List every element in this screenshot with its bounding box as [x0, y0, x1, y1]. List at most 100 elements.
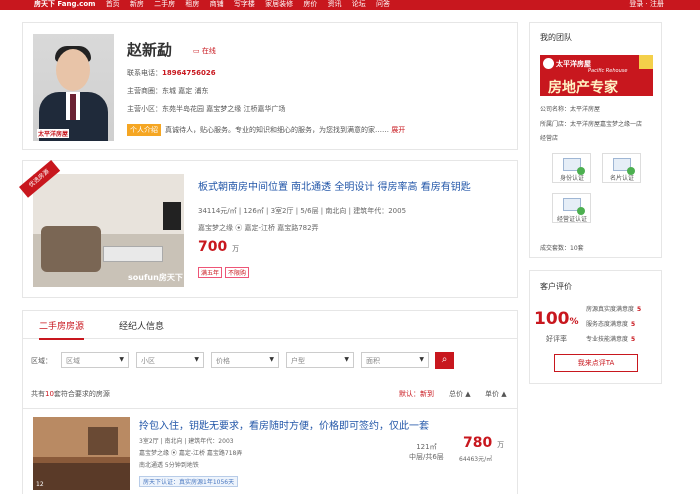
count-value: 10 [45, 390, 54, 398]
agent-name: 赵新勐 [127, 41, 173, 59]
review-card: 客户评价 100% 好评率 房源真实度满意度 5 服务态度满意度 5 专业技能满意度… [529, 270, 662, 384]
item-community[interactable]: 嘉宝梦之缘 ⦿ 嘉定-江桥 嘉宝路718弄 [139, 448, 242, 457]
listing-photo[interactable]: soufun房天下 [33, 174, 184, 287]
logo-line-3: 房地产专家 [548, 80, 618, 96]
community-row: 主营小区：东苑半岛花园 嘉宝梦之缘 江桥嘉华广场 [127, 104, 285, 114]
intro-tag: 个人介绍 [127, 124, 161, 136]
login-link[interactable]: 登录 · 注册 [629, 0, 664, 8]
rate-unit: % [569, 317, 579, 327]
photo-badge: 太平洋房屋 [37, 129, 70, 138]
team-card: 我的团队 太平洋房屋 Pacific Rehouse 房地产专家 公司名称：太平… [529, 22, 662, 258]
price-unit: 万 [232, 245, 240, 253]
select-value: 户型 [291, 357, 305, 365]
phone-number[interactable]: 18964756026 [162, 69, 216, 77]
sort-total-price[interactable]: 总价 ▲ [449, 389, 471, 399]
sort-unit-price[interactable]: 单价 ▲ [485, 389, 507, 399]
listing-thumbnail[interactable]: 12 [33, 417, 130, 490]
filter-label: 区域： [31, 357, 52, 365]
listing-title[interactable]: 板式朝南房中间位置 南北通透 全明设计 得房率高 看房有钥匙 [198, 181, 498, 194]
listing-tags: 满五年 不限购 [198, 267, 252, 278]
select-value: 区域 [66, 357, 80, 365]
search-button[interactable]: ⌕ [435, 352, 454, 369]
item-price: 780 万 [463, 435, 504, 451]
company-label: 公司名称： [540, 106, 571, 113]
listing-community[interactable]: 嘉宝梦之缘 ⦿ 嘉定-江桥 嘉宝路782弄 [198, 223, 319, 233]
score-value: 5 [631, 321, 636, 328]
online-chat-button[interactable]: ▭ 在线 [193, 46, 216, 56]
item-area-block: 121㎡ 中层/共6层 [409, 442, 444, 462]
review-score-row: 专业技能满意度 5 [586, 334, 635, 343]
select-value: 小区 [141, 357, 155, 365]
chevron-down-icon: ▼ [119, 356, 124, 363]
nav-link[interactable]: 租房 [185, 0, 199, 8]
nav-link[interactable]: 新房 [130, 0, 144, 8]
agent-photo: 太平洋房屋 [33, 34, 114, 141]
nav-link[interactable]: 写字楼 [234, 0, 255, 8]
item-unit-price: 64463元/㎡ [459, 456, 493, 463]
featured-listing-card: soufun房天下 优选房源 板式朝南房中间位置 南北通透 全明设计 得房率高 … [19, 160, 518, 298]
site-logo[interactable]: 房天下 Fang.com [34, 0, 95, 8]
score-value: 5 [631, 336, 636, 343]
area-row: 主营商圈：东城 嘉定 浦东 [127, 86, 208, 96]
listing-meta: 34114元/㎡ | 126㎡ | 3室2厅 | 5/6层 | 南北向 | 建筑… [198, 207, 407, 215]
store-name[interactable]: 太平洋房屋嘉宝梦之缘一店 [570, 121, 642, 128]
deals-label: 成交套数： [540, 245, 571, 252]
tab-bar: 二手房房源 经纪人信息 [23, 311, 517, 340]
nav-link[interactable]: 问答 [376, 0, 390, 8]
layout-select[interactable]: 户型 ▼ [286, 352, 354, 368]
nav-link[interactable]: 商铺 [210, 0, 224, 8]
review-score-row: 房源真实度满意度 5 [586, 304, 641, 313]
nav-link[interactable]: 首页 [106, 0, 120, 8]
price-unit: 万 [497, 441, 505, 449]
nav-link[interactable]: 资讯 [328, 0, 342, 8]
community-select[interactable]: 小区 ▼ [136, 352, 204, 368]
score-value: 5 [637, 306, 642, 313]
rate-value: 100 [534, 309, 570, 329]
area-label: 主营商圈： [127, 87, 162, 95]
store-tail: 经营店 [540, 135, 559, 142]
community-label: 主营小区： [127, 105, 162, 113]
logo-line-1: 太平洋房屋 [556, 60, 591, 68]
chevron-down-icon: ▼ [419, 356, 424, 363]
tag: 不限购 [225, 267, 250, 278]
tag: 满五年 [198, 267, 223, 278]
rate-label: 好评率 [546, 335, 567, 343]
agent-profile-card: 太平洋房屋 赵新勐 ▭ 在线 联系电话：18964756026 主营商圈：东城 … [22, 22, 518, 150]
item-title[interactable]: 拎包入住，钥匙无要求，看房随时方便，价格即可签约，仅此一套 [139, 417, 429, 432]
write-review-button[interactable]: 我来点评TA [554, 354, 638, 372]
intro-text: 真诚待人，贴心服务。专业的知识和细心的服务，为您找到满意的家…… [165, 126, 389, 134]
listings-panel: 二手房房源 经纪人信息 区域： 区域 ▼ 小区 ▼ 价格 ▼ 户型 ▼ 面积 ▼ ⌕ 共有… [22, 310, 518, 494]
phone-label: 联系电话： [127, 69, 162, 77]
team-title: 我的团队 [540, 33, 572, 42]
nav-link[interactable]: 论坛 [352, 0, 366, 8]
cert-label: 身份认证 [559, 175, 584, 182]
photo-watermark: soufun房天下 [128, 273, 183, 282]
intro-expand-link[interactable]: 展开 [391, 126, 405, 134]
deals-row: 成交套数：10套 [540, 243, 584, 252]
tab-agent-info[interactable]: 经纪人信息 [119, 319, 164, 332]
area-select[interactable]: 面积 ▼ [361, 352, 429, 368]
price-select[interactable]: 价格 ▼ [211, 352, 279, 368]
item-tags: 南北通透 5分钟到地铁 [139, 462, 199, 469]
nav-link[interactable]: 家居装修 [265, 0, 293, 8]
intro-row: 个人介绍 真诚待人，贴心服务。专业的知识和细心的服务，为您找到满意的家…… 展开 [127, 124, 405, 136]
chevron-down-icon: ▼ [269, 356, 274, 363]
company-name[interactable]: 太平洋房屋 [570, 106, 600, 113]
count-prefix: 共有 [31, 390, 45, 398]
community-value: 东苑半岛花园 嘉宝梦之缘 江桥嘉华广场 [162, 105, 286, 113]
nav-link[interactable]: 房价 [303, 0, 317, 8]
listing-price: 700 万 [198, 239, 239, 255]
deals-value: 10套 [570, 245, 584, 252]
nav-link[interactable]: 二手房 [154, 0, 175, 8]
search-icon: ⌕ [441, 354, 448, 365]
sort-default[interactable]: 默认：新到 [399, 389, 434, 399]
district-select[interactable]: 区域 ▼ [61, 352, 129, 368]
company-logo[interactable]: 太平洋房屋 Pacific Rehouse 房地产专家 [540, 55, 653, 96]
chevron-down-icon: ▼ [344, 356, 349, 363]
verified-badge: 房天下认证：真实房源1年1056天 [139, 476, 239, 487]
store-row: 所属门店：太平洋房屋嘉宝梦之缘一店 [540, 119, 642, 128]
cert-label: 名片认证 [609, 175, 634, 182]
company-row: 公司名称：太平洋房屋 [540, 104, 600, 113]
tab-listings[interactable]: 二手房房源 [39, 319, 85, 340]
listing-row: 12 拎包入住，钥匙无要求，看房随时方便，价格即可签约，仅此一套 3室2厅 | … [23, 408, 517, 495]
